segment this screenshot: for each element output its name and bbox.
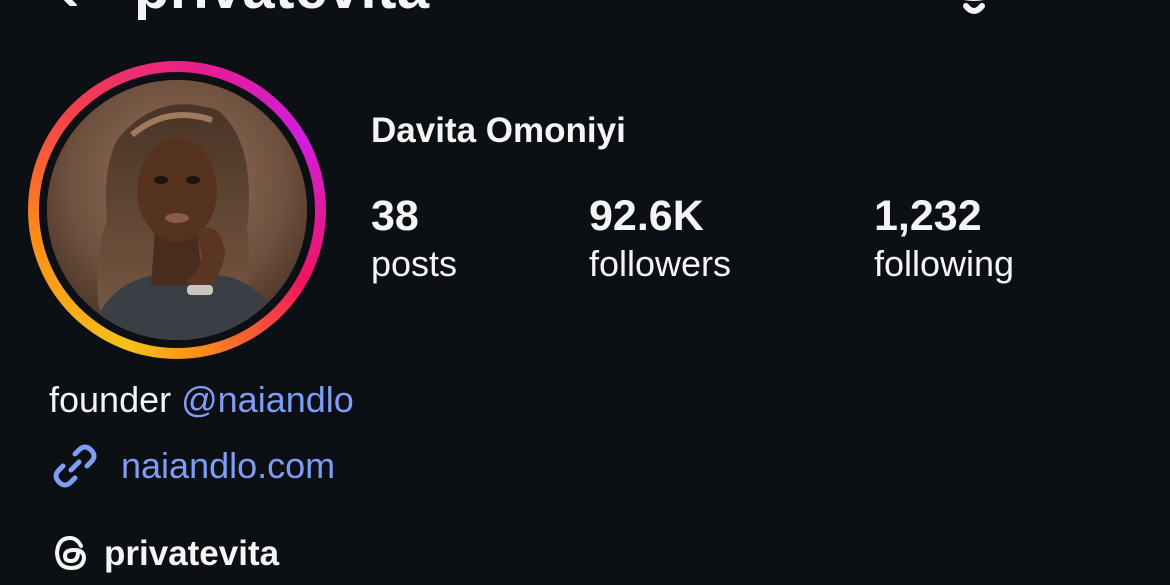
posts-label: posts <box>371 243 458 285</box>
posts-count: 38 <box>371 192 419 240</box>
website-link[interactable]: naiandlo.com <box>49 440 335 492</box>
back-button[interactable] <box>44 0 84 9</box>
following-label: following <box>874 243 1015 285</box>
story-ring[interactable] <box>28 61 326 359</box>
display-name: Davita Omoniyi <box>371 111 626 150</box>
profile-photo <box>47 80 307 340</box>
profile-page: privatevita <box>0 0 1170 585</box>
posts-stat[interactable]: 38 posts <box>371 192 458 285</box>
bell-icon <box>963 0 985 14</box>
header-username: privatevita <box>134 0 430 18</box>
threads-icon <box>54 535 87 571</box>
notifications-button[interactable] <box>942 0 1006 18</box>
threads-handle: privatevita <box>104 533 280 573</box>
followers-label: followers <box>589 243 732 285</box>
website-link-text[interactable]: naiandlo.com <box>121 448 335 484</box>
chevron-left-icon <box>63 0 77 9</box>
threads-badge[interactable]: privatevita <box>50 532 279 574</box>
followers-stat[interactable]: 92.6K followers <box>589 192 732 285</box>
bio: founder @naiandlo <box>49 378 354 421</box>
link-icon <box>53 444 97 488</box>
avatar <box>47 80 307 340</box>
bio-text: founder <box>49 379 182 420</box>
bio-mention-link[interactable]: @naiandlo <box>181 379 354 420</box>
following-stat[interactable]: 1,232 following <box>874 192 1015 285</box>
followers-count: 92.6K <box>589 192 704 240</box>
following-count: 1,232 <box>874 192 982 240</box>
